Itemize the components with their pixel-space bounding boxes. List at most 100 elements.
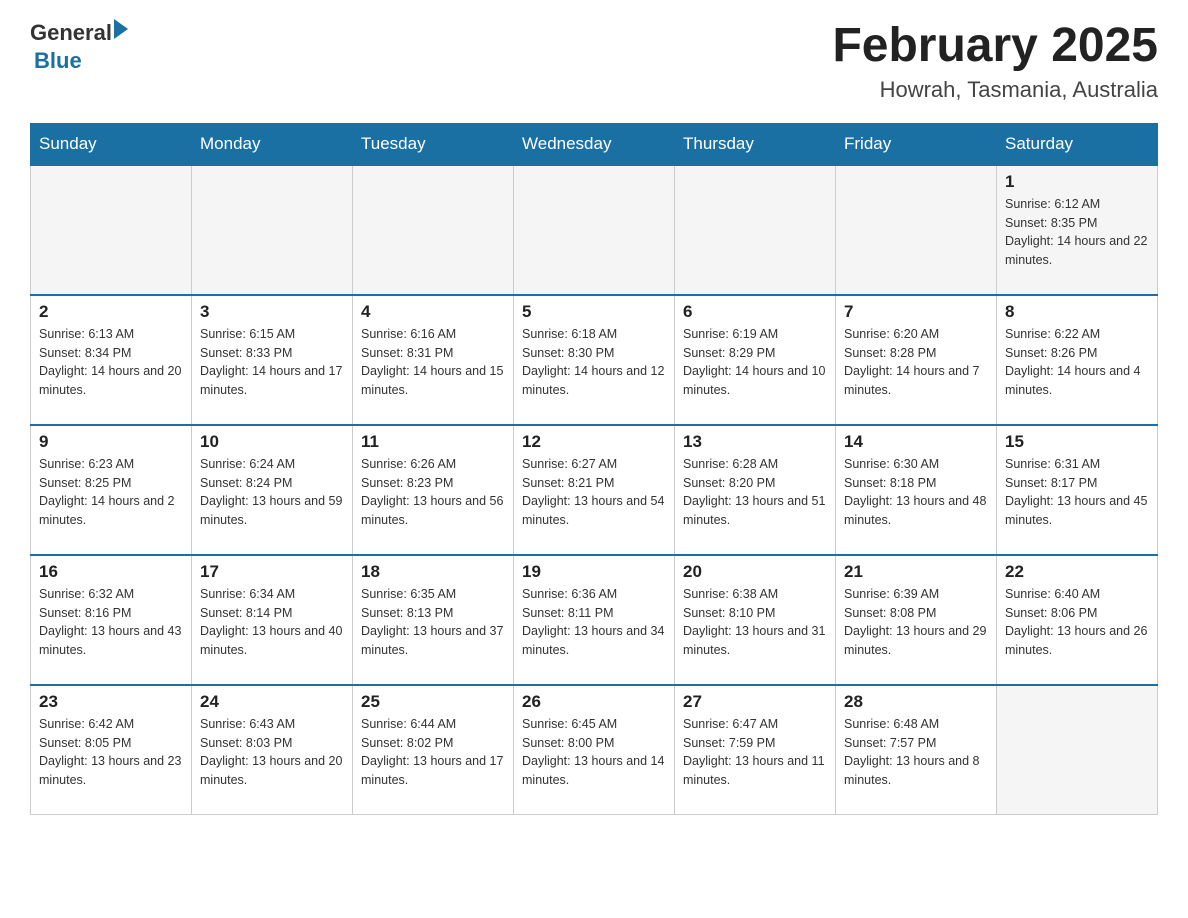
day-info: Sunrise: 6:28 AMSunset: 8:20 PMDaylight:…: [683, 455, 827, 530]
calendar-cell: 5 Sunrise: 6:18 AMSunset: 8:30 PMDaylight…: [514, 295, 675, 425]
calendar-cell: [836, 165, 997, 295]
day-info: Sunrise: 6:34 AMSunset: 8:14 PMDaylight:…: [200, 585, 344, 660]
calendar-cell: [353, 165, 514, 295]
calendar-cell: 9 Sunrise: 6:23 AMSunset: 8:25 PMDaylight…: [31, 425, 192, 555]
day-number: 11: [361, 432, 505, 452]
title-block: February 2025 Howrah, Tasmania, Australi…: [832, 20, 1158, 103]
calendar-cell: 27Sunrise: 6:47 AMSunset: 7:59 PMDayligh…: [675, 685, 836, 815]
calendar-cell: 3 Sunrise: 6:15 AMSunset: 8:33 PMDaylight…: [192, 295, 353, 425]
logo-general-text: General: [30, 20, 112, 46]
day-number: 17: [200, 562, 344, 582]
calendar-cell: 14 Sunrise: 6:30 AMSunset: 8:18 PMDayligh…: [836, 425, 997, 555]
day-number: 1: [1005, 172, 1149, 192]
day-number: 24: [200, 692, 344, 712]
calendar-cell: 17 Sunrise: 6:34 AMSunset: 8:14 PMDayligh…: [192, 555, 353, 685]
calendar-cell: 25 Sunrise: 6:44 AMSunset: 8:02 PMDayligh…: [353, 685, 514, 815]
calendar-cell: 18 Sunrise: 6:35 AMSunset: 8:13 PMDayligh…: [353, 555, 514, 685]
calendar-cell: 7 Sunrise: 6:20 AMSunset: 8:28 PMDaylight…: [836, 295, 997, 425]
calendar-cell: 19Sunrise: 6:36 AMSunset: 8:11 PMDayligh…: [514, 555, 675, 685]
day-info: Sunrise: 6:16 AMSunset: 8:31 PMDaylight:…: [361, 325, 505, 400]
calendar-cell: 20 Sunrise: 6:38 AMSunset: 8:10 PMDayligh…: [675, 555, 836, 685]
day-number: 4: [361, 302, 505, 322]
day-number: 8: [1005, 302, 1149, 322]
day-number: 7: [844, 302, 988, 322]
day-number: 12: [522, 432, 666, 452]
calendar-header-row: SundayMondayTuesdayWednesdayThursdayFrid…: [31, 123, 1158, 165]
day-info: Sunrise: 6:30 AMSunset: 8:18 PMDaylight:…: [844, 455, 988, 530]
calendar-week-row: 9 Sunrise: 6:23 AMSunset: 8:25 PMDaylight…: [31, 425, 1158, 555]
calendar-week-row: 1 Sunrise: 6:12 AMSunset: 8:35 PMDaylight…: [31, 165, 1158, 295]
day-number: 13: [683, 432, 827, 452]
day-info: Sunrise: 6:18 AMSunset: 8:30 PMDaylight:…: [522, 325, 666, 400]
calendar-day-header: Wednesday: [514, 123, 675, 165]
calendar-day-header: Thursday: [675, 123, 836, 165]
day-number: 3: [200, 302, 344, 322]
day-info: Sunrise: 6:43 AMSunset: 8:03 PMDaylight:…: [200, 715, 344, 790]
day-number: 18: [361, 562, 505, 582]
calendar-cell: 12 Sunrise: 6:27 AMSunset: 8:21 PMDayligh…: [514, 425, 675, 555]
calendar-cell: 2Sunrise: 6:13 AMSunset: 8:34 PMDaylight…: [31, 295, 192, 425]
day-info: Sunrise: 6:40 AMSunset: 8:06 PMDaylight:…: [1005, 585, 1149, 660]
day-info: Sunrise: 6:45 AMSunset: 8:00 PMDaylight:…: [522, 715, 666, 790]
day-number: 20: [683, 562, 827, 582]
calendar-cell: 15 Sunrise: 6:31 AMSunset: 8:17 PMDayligh…: [997, 425, 1158, 555]
calendar-cell: 22Sunrise: 6:40 AMSunset: 8:06 PMDayligh…: [997, 555, 1158, 685]
calendar-cell: [514, 165, 675, 295]
calendar-day-header: Tuesday: [353, 123, 514, 165]
day-number: 23: [39, 692, 183, 712]
calendar-cell: 23 Sunrise: 6:42 AMSunset: 8:05 PMDayligh…: [31, 685, 192, 815]
day-info: Sunrise: 6:27 AMSunset: 8:21 PMDaylight:…: [522, 455, 666, 530]
calendar-day-header: Sunday: [31, 123, 192, 165]
day-info: Sunrise: 6:22 AMSunset: 8:26 PMDaylight:…: [1005, 325, 1149, 400]
day-info: Sunrise: 6:48 AMSunset: 7:57 PMDaylight:…: [844, 715, 988, 790]
day-number: 28: [844, 692, 988, 712]
day-number: 5: [522, 302, 666, 322]
day-number: 10: [200, 432, 344, 452]
day-number: 2: [39, 302, 183, 322]
day-info: Sunrise: 6:15 AMSunset: 8:33 PMDaylight:…: [200, 325, 344, 400]
day-info: Sunrise: 6:12 AMSunset: 8:35 PMDaylight:…: [1005, 195, 1149, 270]
calendar-day-header: Saturday: [997, 123, 1158, 165]
day-info: Sunrise: 6:19 AMSunset: 8:29 PMDaylight:…: [683, 325, 827, 400]
logo-blue-text: Blue: [34, 48, 82, 74]
calendar-cell: 21 Sunrise: 6:39 AMSunset: 8:08 PMDayligh…: [836, 555, 997, 685]
day-number: 14: [844, 432, 988, 452]
day-number: 21: [844, 562, 988, 582]
calendar-table: SundayMondayTuesdayWednesdayThursdayFrid…: [30, 123, 1158, 816]
day-info: Sunrise: 6:31 AMSunset: 8:17 PMDaylight:…: [1005, 455, 1149, 530]
day-number: 25: [361, 692, 505, 712]
month-title: February 2025: [832, 20, 1158, 73]
day-info: Sunrise: 6:39 AMSunset: 8:08 PMDaylight:…: [844, 585, 988, 660]
calendar-cell: 10 Sunrise: 6:24 AMSunset: 8:24 PMDayligh…: [192, 425, 353, 555]
calendar-cell: 1 Sunrise: 6:12 AMSunset: 8:35 PMDaylight…: [997, 165, 1158, 295]
calendar-cell: 6 Sunrise: 6:19 AMSunset: 8:29 PMDaylight…: [675, 295, 836, 425]
day-number: 19: [522, 562, 666, 582]
calendar-day-header: Friday: [836, 123, 997, 165]
day-info: Sunrise: 6:26 AMSunset: 8:23 PMDaylight:…: [361, 455, 505, 530]
page-header: General Blue February 2025 Howrah, Tasma…: [30, 20, 1158, 103]
calendar-cell: 11 Sunrise: 6:26 AMSunset: 8:23 PMDayligh…: [353, 425, 514, 555]
day-info: Sunrise: 6:32 AMSunset: 8:16 PMDaylight:…: [39, 585, 183, 660]
day-number: 16: [39, 562, 183, 582]
calendar-day-header: Monday: [192, 123, 353, 165]
day-info: Sunrise: 6:44 AMSunset: 8:02 PMDaylight:…: [361, 715, 505, 790]
day-number: 15: [1005, 432, 1149, 452]
calendar-week-row: 16 Sunrise: 6:32 AMSunset: 8:16 PMDayligh…: [31, 555, 1158, 685]
day-info: Sunrise: 6:42 AMSunset: 8:05 PMDaylight:…: [39, 715, 183, 790]
day-info: Sunrise: 6:20 AMSunset: 8:28 PMDaylight:…: [844, 325, 988, 400]
day-number: 9: [39, 432, 183, 452]
calendar-cell: 28 Sunrise: 6:48 AMSunset: 7:57 PMDayligh…: [836, 685, 997, 815]
day-info: Sunrise: 6:38 AMSunset: 8:10 PMDaylight:…: [683, 585, 827, 660]
calendar-cell: [997, 685, 1158, 815]
day-info: Sunrise: 6:35 AMSunset: 8:13 PMDaylight:…: [361, 585, 505, 660]
location-subtitle: Howrah, Tasmania, Australia: [832, 77, 1158, 103]
calendar-cell: [192, 165, 353, 295]
day-info: Sunrise: 6:24 AMSunset: 8:24 PMDaylight:…: [200, 455, 344, 530]
day-number: 6: [683, 302, 827, 322]
logo: General Blue: [30, 20, 128, 74]
logo-arrow-icon: [114, 19, 128, 39]
day-number: 27: [683, 692, 827, 712]
day-info: Sunrise: 6:23 AMSunset: 8:25 PMDaylight:…: [39, 455, 183, 530]
calendar-cell: 13 Sunrise: 6:28 AMSunset: 8:20 PMDayligh…: [675, 425, 836, 555]
calendar-cell: [31, 165, 192, 295]
